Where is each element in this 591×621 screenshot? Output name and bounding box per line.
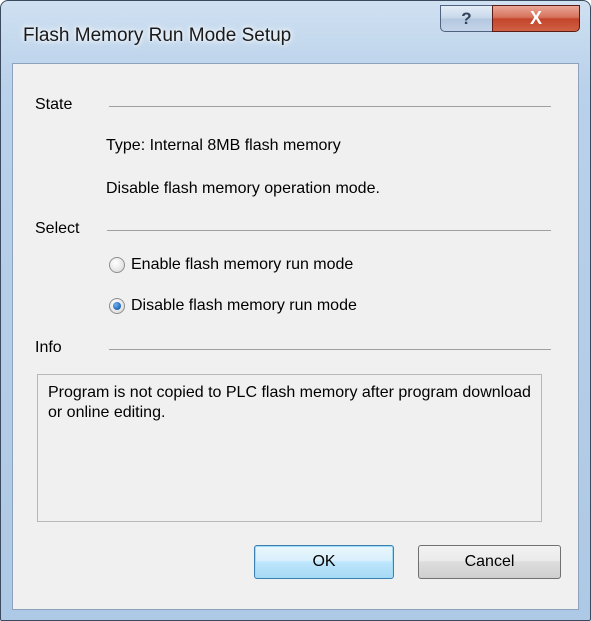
info-divider: [109, 349, 551, 350]
info-text-box: Program is not copied to PLC flash memor…: [37, 374, 542, 522]
cancel-button-label: Cancel: [464, 553, 515, 570]
cancel-button[interactable]: Cancel: [418, 545, 561, 579]
state-divider: [109, 106, 551, 107]
title-bar[interactable]: Flash Memory Run Mode Setup ? X: [1, 1, 590, 63]
ok-button[interactable]: OK: [254, 545, 394, 579]
close-icon: X: [529, 8, 542, 28]
ok-button-label: OK: [312, 553, 336, 570]
radio-selected-dot: [113, 302, 121, 310]
enable-run-mode-radio[interactable]: [109, 257, 125, 273]
disable-run-mode-option[interactable]: Disable flash memory run mode: [109, 297, 357, 315]
info-text: Program is not copied to PLC flash memor…: [48, 384, 531, 421]
dialog-body: State Type: Internal 8MB flash memory Di…: [12, 63, 579, 610]
enable-run-mode-label: Enable flash memory run mode: [131, 256, 354, 273]
help-icon: ?: [461, 8, 472, 28]
state-section-label: State: [35, 96, 75, 114]
info-section-label: Info: [35, 339, 64, 357]
flash-type-text: Type: Internal 8MB flash memory: [106, 137, 341, 154]
window-title: Flash Memory Run Mode Setup: [23, 25, 292, 46]
select-section-label: Select: [35, 220, 82, 238]
disable-run-mode-radio[interactable]: [109, 298, 125, 314]
enable-run-mode-option[interactable]: Enable flash memory run mode: [109, 256, 353, 274]
select-divider: [107, 230, 551, 231]
close-button[interactable]: X: [492, 5, 580, 32]
help-button[interactable]: ?: [440, 5, 492, 32]
operation-mode-text: Disable flash memory operation mode.: [106, 180, 380, 197]
dialog-window: Flash Memory Run Mode Setup ? X State Ty…: [0, 0, 591, 621]
disable-run-mode-label: Disable flash memory run mode: [131, 297, 357, 314]
